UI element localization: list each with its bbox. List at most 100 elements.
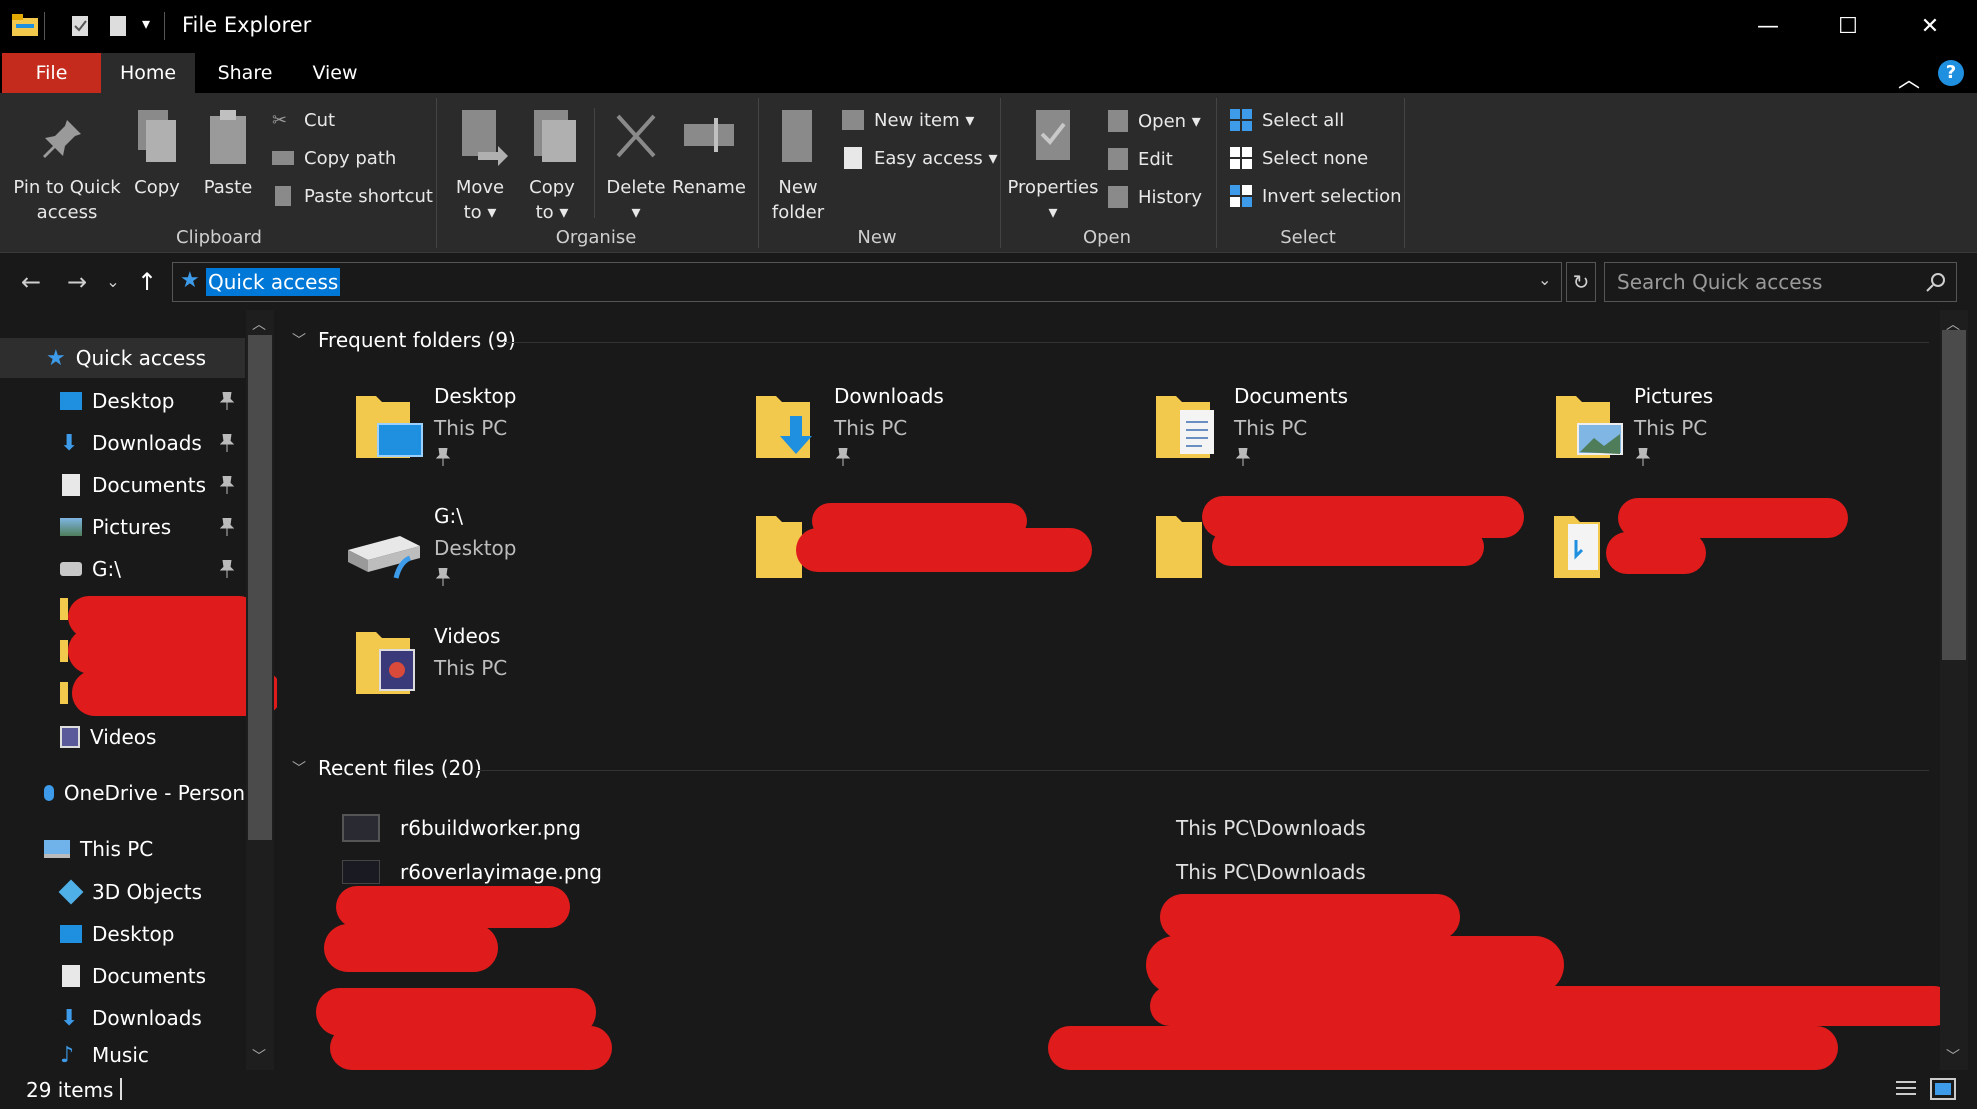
tile-desktop[interactable]: Desktop This PC [340,380,700,480]
pin-label-2: access [36,202,98,223]
sidebar-item-pictures[interactable]: Pictures [0,507,245,547]
sidebar-item-pc-downloads[interactable]: ⬇ Downloads [0,998,245,1038]
status-bar: 29 items [0,1070,1977,1109]
pin-icon [220,518,234,536]
sidebar-item-desktop[interactable]: Desktop [0,381,245,421]
open-button[interactable]: Open ▾ [1108,106,1201,136]
tile-documents[interactable]: Documents This PC [1140,380,1500,480]
details-view-icon[interactable] [1894,1078,1918,1100]
tile-name: Downloads [834,384,944,408]
sidebar-item-pc-documents[interactable]: Documents [0,956,245,996]
new-item-button[interactable]: New item ▾ [842,105,974,135]
move-to-button[interactable]: Move to ▾ [448,108,512,225]
new-item-label: New item ▾ [874,109,975,131]
title-bar: ▾ File Explorer — ☐ ✕ [0,0,1977,53]
delete-label: Delete [606,177,666,198]
tab-view[interactable]: View [295,53,375,93]
help-icon[interactable]: ? [1938,60,1964,86]
easy-access-button[interactable]: Easy access ▾ [842,143,998,173]
edit-button[interactable]: Edit [1108,144,1173,174]
recent-files-header[interactable]: ﹀ Recent files (20) [292,756,482,780]
collapse-ribbon-icon[interactable]: ︿ [1898,62,1920,94]
properties-button[interactable]: Properties ▾ [1004,108,1102,225]
tab-share[interactable]: Share [205,53,285,93]
scroll-down-chevron-icon[interactable]: ﹀ [252,1046,266,1066]
sidebar-item-onedrive[interactable]: OneDrive - Person [0,773,245,813]
paste-button[interactable]: Paste [198,108,258,200]
tab-file[interactable]: File [2,53,101,93]
pin-to-quick-access-button[interactable]: Pin to Quick access [8,108,126,225]
tile-videos[interactable]: Videos This PC [340,620,700,720]
desktop-folder-icon [356,396,423,458]
sidebar-item-documents[interactable]: Documents [0,465,245,505]
close-button[interactable]: ✕ [1890,0,1970,53]
paste-shortcut-label: Paste shortcut [304,185,433,207]
scroll-up-chevron-icon[interactable]: ︿ [1946,314,1960,334]
history-button[interactable]: History [1108,182,1202,212]
new-folder-qat-icon[interactable] [108,16,128,36]
minimize-button[interactable]: — [1728,0,1808,53]
sidebar-item-videos[interactable]: Videos [0,717,245,757]
easy-access-label: Easy access ▾ [874,147,998,169]
rename-label: Rename [672,177,746,198]
refresh-icon[interactable]: ↻ [1566,262,1596,302]
tile-pictures[interactable]: Pictures This PC [1540,380,1920,480]
tile-downloads[interactable]: Downloads This PC [740,380,1100,480]
copy-to-button[interactable]: Copy to ▾ [520,108,584,225]
copy-button[interactable]: Copy [128,108,186,200]
qat-customize-icon[interactable]: ▾ [142,14,150,33]
sidebar-label: Desktop [92,389,175,413]
forward-arrow-icon[interactable]: → [62,268,92,296]
image-file-icon [342,814,380,842]
tile-g-drive[interactable]: G:\ Desktop [340,500,700,600]
pin-icon [836,448,850,466]
quick-access-star-icon: ★ [46,345,66,371]
sidebar-item-pc-desktop[interactable]: Desktop [0,914,245,954]
recent-locations-chevron-icon[interactable]: ⌄ [98,268,128,296]
sidebar-scrollbar-thumb[interactable] [248,335,272,840]
delete-button[interactable]: Delete ▾ [604,108,668,225]
properties-qat-icon[interactable] [70,16,90,36]
up-arrow-icon[interactable]: ↑ [132,268,162,296]
select-none-button[interactable]: Select none [1230,143,1368,173]
section-divider [478,770,1929,771]
invert-selection-button[interactable]: Invert selection [1230,181,1402,211]
address-bar[interactable] [172,262,1562,302]
sidebar-item-music[interactable]: ♪ Music [0,1040,245,1070]
frequent-folders-header[interactable]: ﹀ Frequent folders (9) [292,328,516,352]
recent-file-row[interactable]: r6buildworker.png This PC\Downloads [340,810,1900,850]
cut-button[interactable]: ✂ Cut [272,105,335,135]
edit-label: Edit [1138,148,1173,170]
rename-button[interactable]: Rename [672,108,746,200]
large-icons-view-icon[interactable] [1930,1078,1956,1100]
search-input[interactable]: Search Quick access [1604,262,1957,302]
back-arrow-icon[interactable]: ← [16,268,46,296]
recent-file-row[interactable]: r6overlayimage.png This PC\Downloads [340,854,1900,894]
invert-selection-label: Invert selection [1262,185,1402,207]
copy-path-button[interactable]: Copy path [272,143,396,173]
address-dropdown-chevron-icon[interactable]: ⌄ [1538,270,1551,289]
open-icon [1108,110,1128,132]
content-scrollbar-thumb[interactable] [1942,330,1966,660]
open-group-label: Open [1082,227,1132,248]
sidebar-item-g-drive[interactable]: G:\ [0,549,245,589]
new-folder-button[interactable]: New folder [766,108,830,225]
scroll-down-chevron-icon[interactable]: ﹀ [1946,1046,1960,1066]
network-drive-icon [60,562,82,576]
ribbon-separator [758,98,759,248]
tab-home[interactable]: Home [101,53,195,93]
sidebar-item-this-pc[interactable]: This PC [0,829,245,869]
maximize-button[interactable]: ☐ [1808,0,1888,53]
sidebar-item-downloads[interactable]: ⬇ Downloads [0,423,245,463]
sidebar-item-quick-access[interactable]: ★ Quick access [0,338,245,378]
sidebar-item-3d-objects[interactable]: 3D Objects [0,872,245,912]
select-all-button[interactable]: Select all [1230,105,1344,135]
sidebar-label: G:\ [92,557,121,581]
paste-icon [210,110,246,164]
address-text[interactable]: Quick access [206,268,341,296]
paste-shortcut-button[interactable]: Paste shortcut [272,181,433,211]
sidebar-label: Documents [92,964,207,988]
scroll-up-chevron-icon[interactable]: ︿ [252,314,266,334]
chevron-down-icon: ﹀ [292,333,306,349]
videos-icon [60,726,80,748]
